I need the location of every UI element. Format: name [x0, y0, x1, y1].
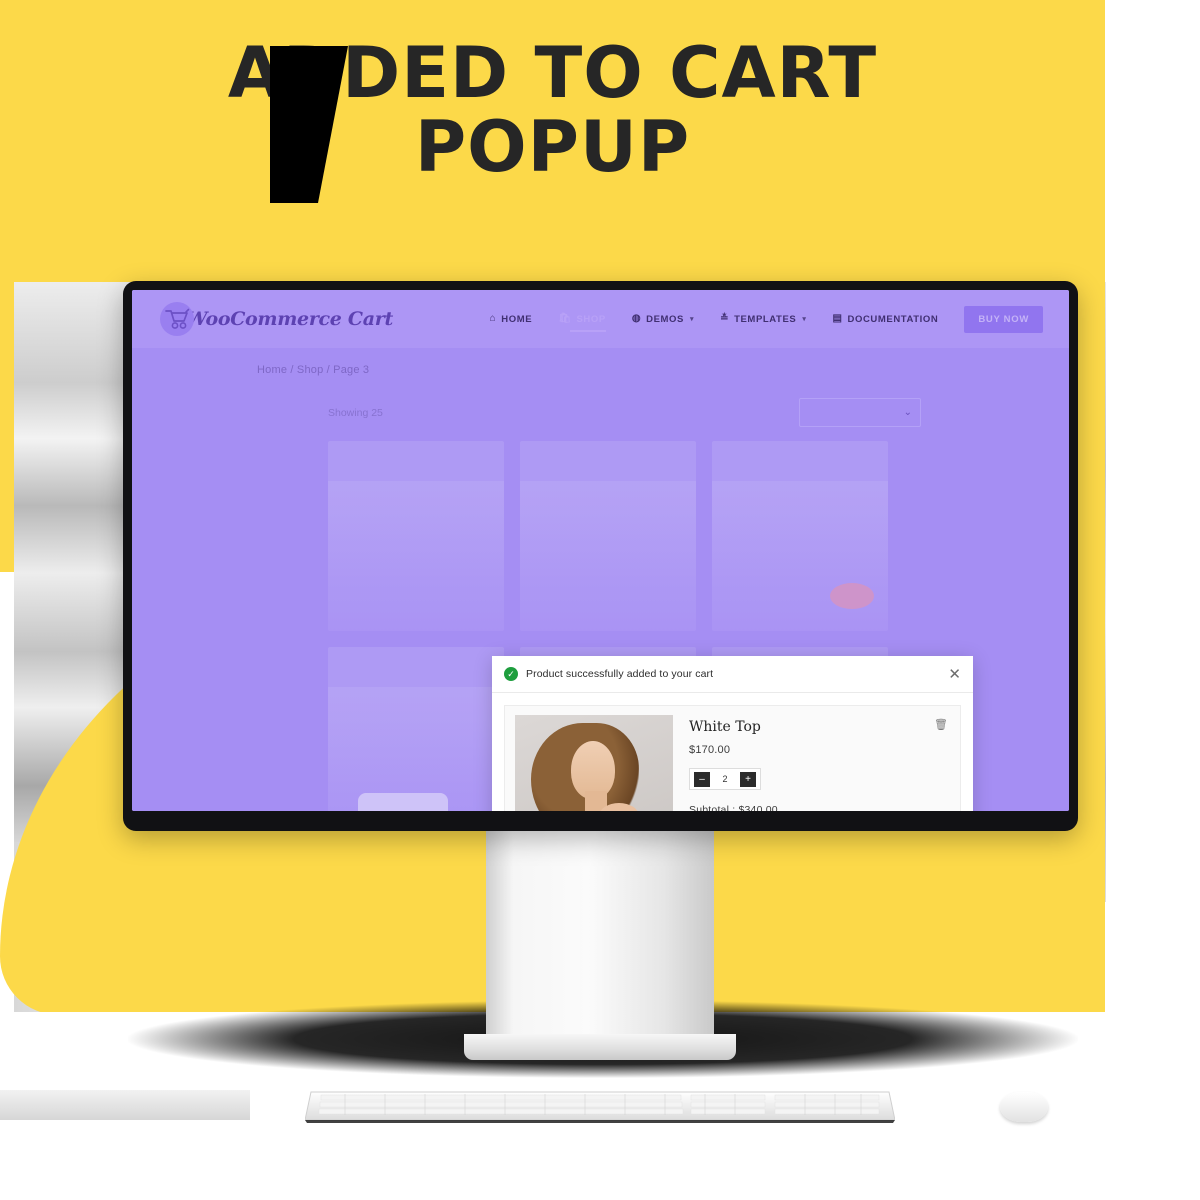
- screen: WooCommerce Cart ⌂ HOME 🛍 SHOP ◍ DEMOS ▾: [132, 290, 1069, 811]
- cart-item-card: 🗑 White Top $170.00 – 2 + Subtotal : $34…: [504, 705, 961, 811]
- cart-item-subtotal: Subtotal : $340.00: [689, 804, 778, 811]
- added-to-cart-popup: ✓ Product successfully added to your car…: [492, 656, 973, 811]
- cart-item-details: 🗑 White Top $170.00 – 2 + Subtotal : $34…: [673, 716, 950, 811]
- close-icon[interactable]: ✕: [948, 667, 961, 682]
- keyboard[interactable]: [305, 1088, 895, 1124]
- title-wedge-decoration: [270, 46, 348, 203]
- poster-background-top: [0, 0, 1105, 282]
- popup-success-message: Product successfully added to your cart: [526, 668, 714, 680]
- trash-icon[interactable]: 🗑: [934, 718, 948, 731]
- monitor: WooCommerce Cart ⌂ HOME 🛍 SHOP ◍ DEMOS ▾: [123, 281, 1078, 831]
- quantity-decrement-button[interactable]: –: [694, 771, 710, 787]
- popup-header: ✓ Product successfully added to your car…: [492, 656, 973, 693]
- monitor-stand-neck: [486, 828, 714, 1047]
- quantity-stepper[interactable]: – 2 +: [689, 768, 761, 790]
- desk-surface-left: [0, 1090, 250, 1120]
- quantity-increment-button[interactable]: +: [740, 771, 756, 787]
- cart-item-price: $170.00: [689, 744, 731, 756]
- mouse[interactable]: [1000, 1092, 1048, 1122]
- quantity-value[interactable]: 2: [712, 774, 738, 784]
- cart-item-name: White Top: [689, 719, 761, 735]
- monitor-stand-base: [464, 1034, 736, 1060]
- check-circle-icon: ✓: [504, 667, 518, 681]
- cart-item-image: [515, 715, 673, 811]
